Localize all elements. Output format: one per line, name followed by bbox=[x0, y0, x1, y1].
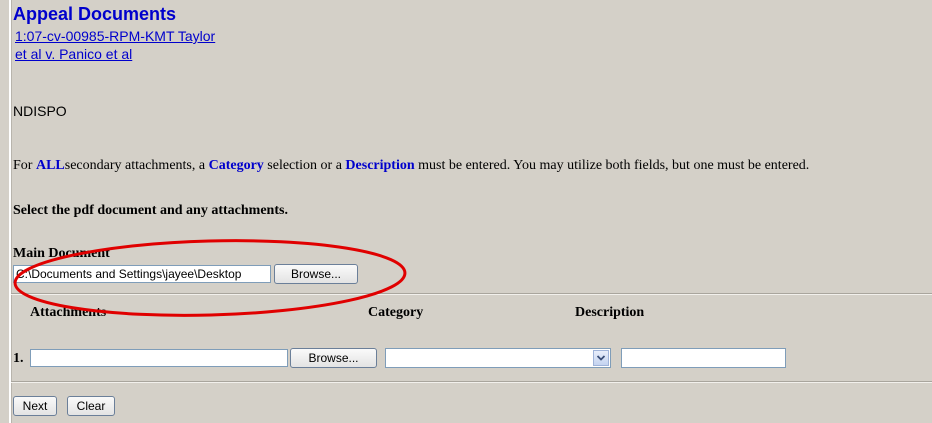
chevron-down-icon[interactable] bbox=[593, 350, 609, 366]
description-header: Description bbox=[575, 305, 645, 320]
case-link-line1[interactable]: 1:07-cv-00985-RPM-KMT Taylor bbox=[15, 28, 215, 44]
notice-description: Description bbox=[345, 158, 415, 173]
secondary-attachments-notice: For ALLsecondary attachments, a Category… bbox=[13, 158, 809, 174]
category-header: Category bbox=[368, 305, 424, 320]
main-document-browse-button[interactable]: Browse... bbox=[274, 264, 358, 284]
notice-part2: selection or a bbox=[263, 158, 346, 173]
attachment-browse-button[interactable]: Browse... bbox=[290, 348, 377, 368]
notice-category: Category bbox=[208, 158, 264, 173]
attachments-header: Attachments bbox=[30, 305, 107, 320]
notice-part3: must be entered. You may utilize both fi… bbox=[414, 158, 810, 173]
notice-all: ALL bbox=[35, 158, 65, 173]
status-text: NDISPO bbox=[13, 103, 67, 119]
clear-button[interactable]: Clear bbox=[67, 396, 115, 416]
left-border bbox=[9, 0, 12, 423]
divider bbox=[11, 293, 932, 295]
attachment-file-input[interactable] bbox=[30, 349, 288, 367]
main-document-label: Main Document bbox=[13, 246, 110, 261]
category-select[interactable] bbox=[385, 348, 611, 368]
appeal-documents-page: Appeal Documents 1:07-cv-00985-RPM-KMT T… bbox=[0, 0, 932, 423]
next-button[interactable]: Next bbox=[13, 396, 57, 416]
select-pdf-instruction: Select the pdf document and any attachme… bbox=[13, 203, 288, 218]
divider-bottom bbox=[11, 381, 932, 383]
description-input[interactable] bbox=[621, 348, 786, 368]
page-title: Appeal Documents bbox=[13, 4, 177, 24]
case-link[interactable]: 1:07-cv-00985-RPM-KMT Taylor et al v. Pa… bbox=[15, 27, 275, 63]
attachment-row-number: 1. bbox=[13, 351, 24, 366]
notice-prefix: For bbox=[13, 158, 36, 173]
notice-part1: secondary attachments, a bbox=[64, 158, 209, 173]
main-document-file-input[interactable]: C:\Documents and Settings\jayee\Desktop bbox=[13, 265, 271, 283]
case-link-line2[interactable]: et al v. Panico et al bbox=[15, 46, 132, 62]
